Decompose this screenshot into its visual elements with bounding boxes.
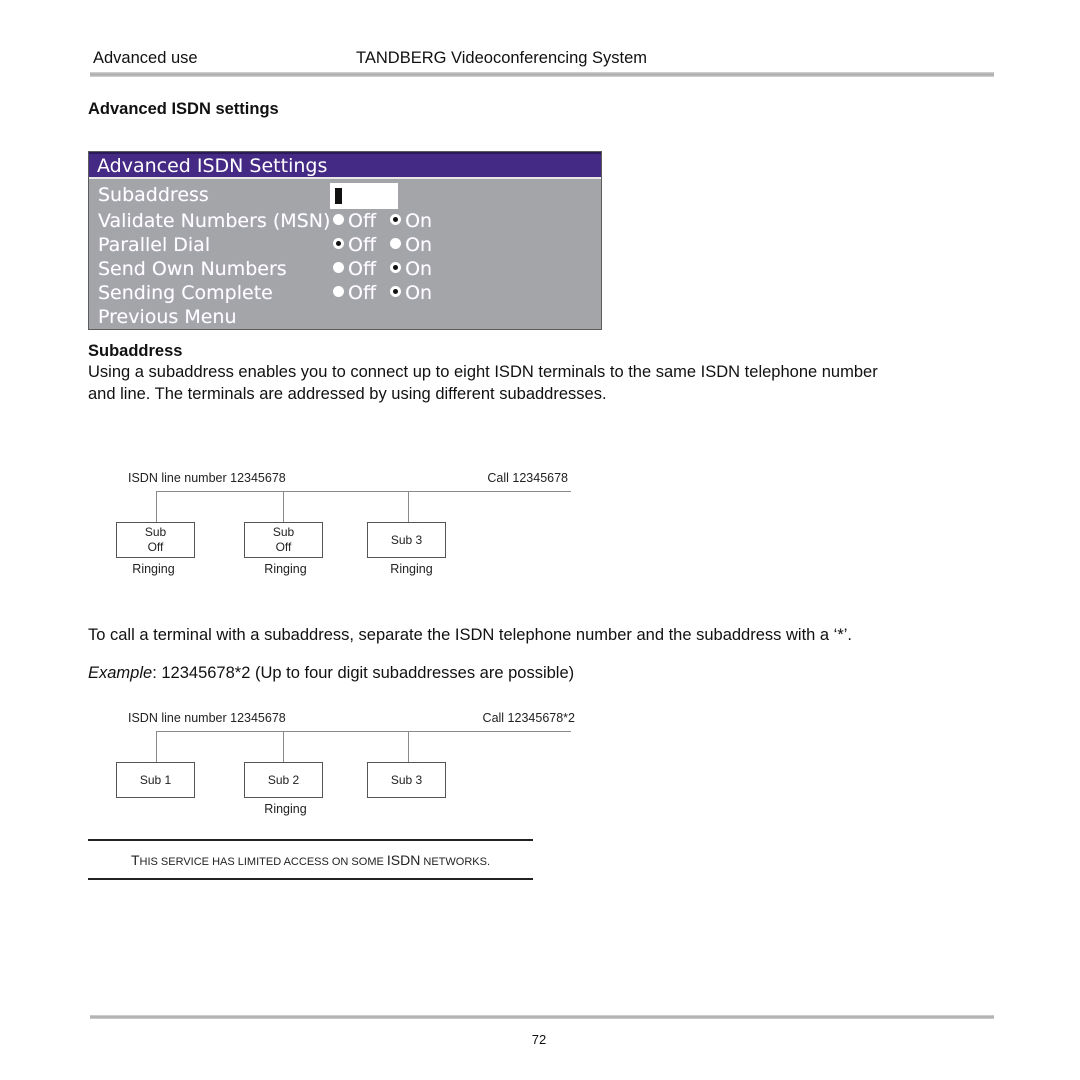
isdn-line [156, 731, 571, 732]
header-divider [90, 72, 994, 77]
terminal-label: Sub 2 [267, 772, 300, 787]
osd-item-validate-numbers[interactable]: Validate Numbers (MSN) [98, 209, 330, 233]
option-off-label: Off [348, 258, 377, 280]
header-document-title: TANDBERG Videoconferencing System [356, 49, 648, 67]
option-on-label: On [405, 234, 433, 256]
note-bottom-rule [88, 878, 533, 880]
terminal-state: Off [147, 540, 164, 554]
osd-menu-advanced-isdn: Advanced ISDN Settings Subaddress Valida… [88, 151, 602, 330]
option-off-label: Off [348, 234, 377, 256]
terminal-label: Sub 3 [390, 772, 423, 787]
terminal-connector [408, 491, 409, 522]
osd-item-previous-menu[interactable]: Previous Menu [98, 305, 237, 329]
terminal-box: Sub 1 [116, 762, 195, 798]
isdn-line [156, 491, 571, 492]
sending-complete-radio-group: Off On [333, 281, 440, 305]
header-section-label: Advanced use [93, 49, 198, 67]
terminal-label: Sub [144, 525, 167, 539]
note-text-part: HIS SERVICE HAS LIMITED ACCESS ON SOME [139, 856, 387, 868]
terminal-box: Sub 3 [367, 762, 446, 798]
option-off-label: Off [348, 210, 377, 232]
terminal-caption: Ringing [264, 562, 307, 576]
terminal-label: Sub [272, 525, 295, 539]
note-text-part: ISDN [386, 852, 421, 868]
note-text-part: NETWORKS. [420, 856, 491, 868]
osd-item-parallel-dial[interactable]: Parallel Dial [98, 233, 210, 257]
terminal-caption: Ringing [390, 562, 433, 576]
option-on-label: On [405, 282, 433, 304]
section-title: Advanced ISDN settings [88, 100, 279, 118]
diagram-subaddress-call: ISDN line number 12345678 Call 12345678*… [110, 705, 580, 830]
radio-on-selected-icon[interactable] [390, 286, 402, 297]
example-label: Example [88, 664, 153, 682]
text-cursor [335, 188, 342, 204]
diagram-call-label: Call 12345678 [487, 471, 568, 485]
diagram-line-label: ISDN line number 12345678 [128, 471, 286, 485]
osd-menu-title: Advanced ISDN Settings [89, 152, 601, 179]
osd-item-send-own-numbers[interactable]: Send Own Numbers [98, 257, 287, 281]
osd-item-subaddress[interactable]: Subaddress [98, 183, 209, 207]
radio-off-icon[interactable] [333, 214, 344, 225]
radio-off-icon[interactable] [333, 286, 344, 297]
terminal-box: Sub Off [116, 522, 195, 558]
subaddress-heading: Subaddress [88, 342, 183, 360]
radio-on-selected-icon[interactable] [390, 214, 402, 225]
diagram-line-label: ISDN line number 12345678 [128, 711, 286, 725]
option-on-label: On [405, 210, 433, 232]
option-on-label: On [405, 258, 433, 280]
subaddress-paragraph-line-1: Using a subaddress enables you to connec… [88, 363, 878, 381]
option-off-label: Off [348, 282, 377, 304]
call-instruction: To call a terminal with a subaddress, se… [88, 626, 853, 644]
validate-numbers-radio-group: Off On [333, 209, 440, 233]
terminal-box: Sub 2 [244, 762, 323, 798]
send-own-numbers-radio-group: Off On [333, 257, 440, 281]
terminal-label: Sub 1 [139, 772, 172, 787]
radio-on-selected-icon[interactable] [390, 262, 402, 273]
example-text: : 12345678*2 (Up to four digit subaddres… [152, 664, 575, 682]
radio-on-icon[interactable] [390, 238, 402, 249]
diagram-call-label: Call 12345678*2 [482, 711, 575, 725]
terminal-state: Off [275, 540, 292, 554]
page-number: 72 [531, 1032, 547, 1047]
subaddress-paragraph-line-2: and line. The terminals are addressed by… [88, 385, 607, 403]
note-top-rule [88, 839, 533, 841]
service-note: THIS SERVICE HAS LIMITED ACCESS ON SOME … [88, 852, 533, 868]
subaddress-input[interactable] [330, 183, 398, 209]
terminal-connector [408, 731, 409, 762]
terminal-box: Sub 3 [367, 522, 446, 558]
terminal-connector [283, 731, 284, 762]
diagram-subaddress-off: ISDN line number 12345678 Call 12345678 … [110, 465, 580, 590]
radio-off-icon[interactable] [333, 262, 344, 273]
parallel-dial-radio-group: Off On [333, 233, 440, 257]
note-text-part: T [130, 852, 140, 868]
terminal-connector [283, 491, 284, 522]
terminal-label: Sub 3 [390, 532, 423, 547]
radio-off-selected-icon[interactable] [333, 238, 344, 249]
terminal-connector [156, 491, 157, 522]
osd-item-sending-complete[interactable]: Sending Complete [98, 281, 273, 305]
terminal-box: Sub Off [244, 522, 323, 558]
terminal-caption: Ringing [132, 562, 175, 576]
example-line: Example: 12345678*2 (Up to four digit su… [88, 662, 574, 684]
terminal-caption: Ringing [264, 802, 307, 816]
terminal-connector [156, 731, 157, 762]
footer-divider [90, 1015, 994, 1019]
